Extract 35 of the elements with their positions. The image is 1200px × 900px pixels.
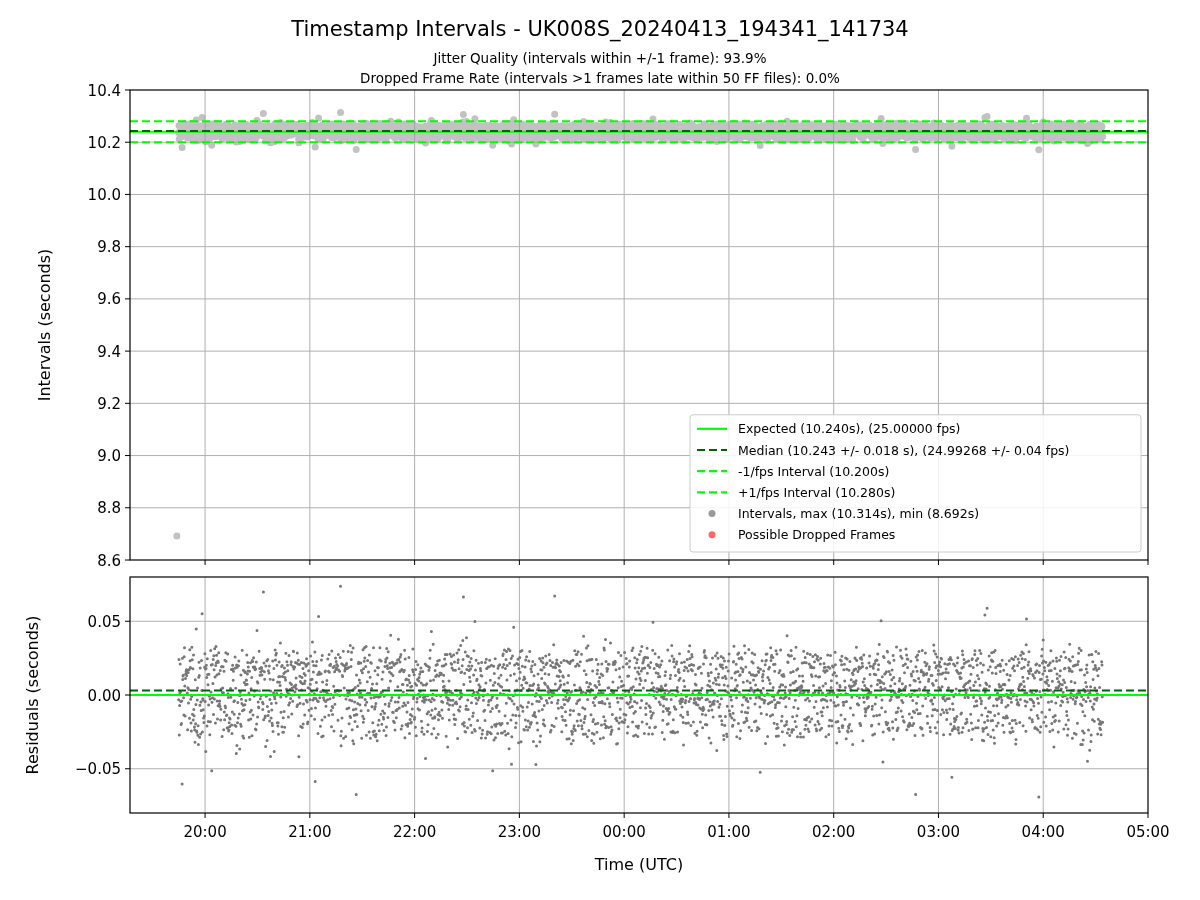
y-axis-label: Intervals (seconds) [35,248,54,402]
y-tick-label: 8.6 [97,551,121,570]
y-tick-label: 10.4 [87,81,121,100]
y-tick-label: 10.2 [87,133,121,152]
x-tick-label: 04:00 [1021,823,1065,841]
y-tick-label: −0.05 [75,760,121,779]
y-tick-label: 9.6 [97,290,121,309]
y-tick-label: 0.00 [87,686,121,705]
x-tick-label: 20:00 [183,823,227,841]
x-tick-label: 22:00 [393,823,437,841]
legend-label: +1/fps Interval (10.280s) [738,484,896,500]
y-tick-label: 9.8 [97,238,121,257]
x-tick-label: 01:00 [707,823,751,841]
y-tick-label: 10.0 [87,185,121,204]
legend-label: -1/fps Interval (10.200s) [738,463,890,479]
y-tick-label: 9.4 [97,342,121,361]
x-tick-label: 00:00 [602,823,646,841]
legend-label: Expected (10.240s), (25.00000 fps) [738,421,961,437]
x-tick-label: 23:00 [497,823,541,841]
x-axis-label: Time (UTC) [594,855,684,874]
x-tick-label: 05:00 [1126,823,1170,841]
x-tick-label: 21:00 [288,823,332,841]
y-tick-label: 8.8 [97,499,121,518]
chart-subtitle: Jitter Quality (intervals within +/-1 frame): 93.9% [433,50,767,66]
y-axis-label: Residuals (seconds) [23,615,42,775]
chart-title: Timestamp Intervals - UK008S_20240413_194341_141734 [291,17,909,41]
legend-label: Possible Dropped Frames [738,527,896,543]
legend-label: Intervals, max (10.314s), min (8.692s) [738,506,980,522]
chart-subtitle: Dropped Frame Rate (intervals >1 frames late within 50 FF files): 0.0% [360,70,840,86]
legend-label: Median (10.243 +/- 0.018 s), (24.99268 +/- 0.04 fps) [738,442,1070,458]
y-tick-label: 9.0 [97,447,121,466]
x-tick-label: 02:00 [812,823,856,841]
y-tick-label: 9.2 [97,394,121,413]
x-tick-label: 03:00 [916,823,961,841]
y-tick-label: 0.05 [87,612,121,631]
